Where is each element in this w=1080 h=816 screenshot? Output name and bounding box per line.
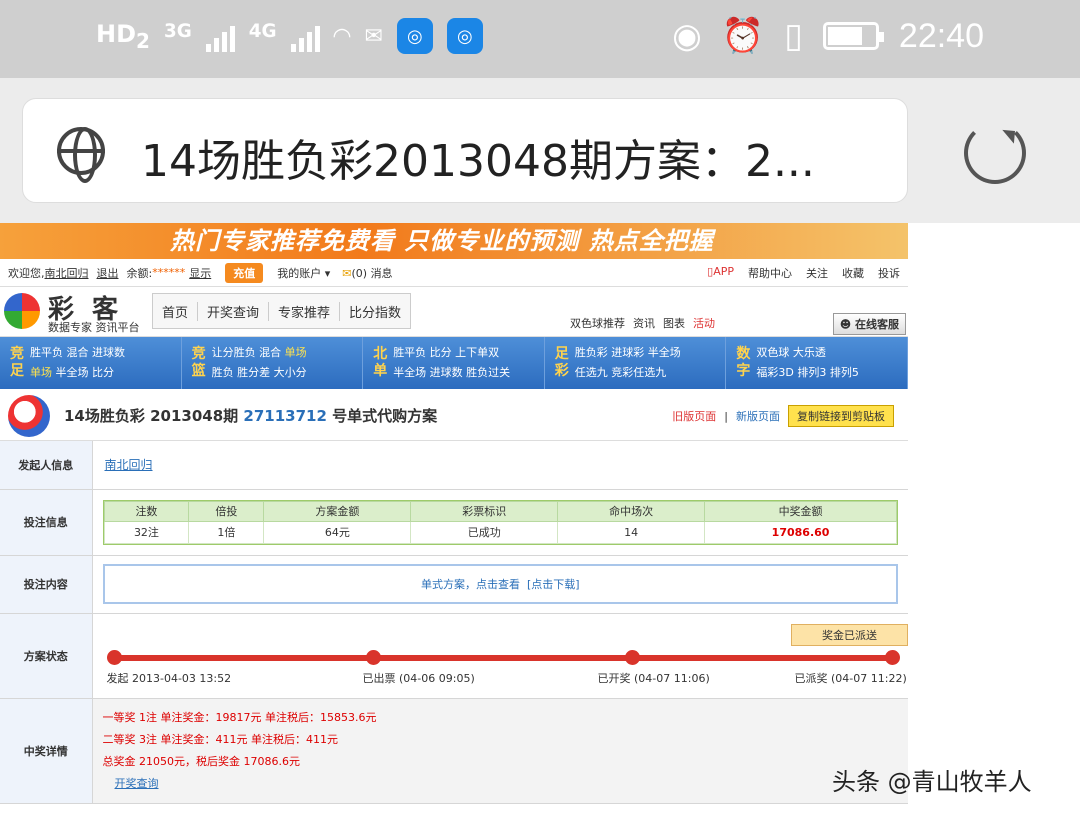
show-balance-link[interactable]: 显示 [189,265,211,281]
alarm-icon: ⏰ [721,16,765,56]
app-icon: ◎ [446,18,483,54]
net-3g-indicator: 3G [163,20,192,42]
account-menu[interactable]: 我的账户 ▾ [277,265,330,281]
copy-link-button[interactable]: 复制链接到剪贴板 [788,405,894,427]
recharge-button[interactable]: 充值 [225,262,264,283]
lottery-nav-jinglan: 竞篮 让分胜负 混合 单场 胜负 胜分差 大小分 [182,337,364,389]
lottery-nav-beidan: 北单 胜平负 比分 上下单双 半全场 进球数 胜负过关 [363,337,545,389]
lottery-nav-digit: 数字 双色球 大乐透 福彩3D 排列3 排列5 [726,337,908,389]
site-logo-icon[interactable] [4,293,40,329]
timeline-dot [624,649,640,665]
complain-link[interactable]: 投诉 [878,265,900,281]
username-link[interactable]: 南北回归 [45,265,89,281]
new-version-link[interactable]: 新版页面 [736,408,780,424]
status-timeline: 奖金已派送 发起 2013-04-03 13:52 已出票 (04-06 09:… [93,614,908,698]
bet-content-box: 单式方案，点击查看 [点击下载] [102,564,898,604]
welcome-text: 欢迎您, [8,266,45,280]
web-page: 热门专家推荐免费看 只做专业的预测 热点全把握 欢迎您, 南北回归 退出 余额:… [0,223,908,816]
win-label: 中奖详情 [0,698,93,804]
wifi-icon: ◠ [333,23,351,49]
customer-service-button[interactable]: ☻ 在线客服 [832,313,906,335]
timeline-dot [106,649,122,665]
bet-info-table: 注数 倍投 方案金额 彩票标识 命中场次 中奖金额 32注 1倍 64元 已成功 [102,499,898,545]
logout-link[interactable]: 退出 [97,265,119,281]
sponsor-label: 发起人信息 [0,441,93,490]
nav-home[interactable]: 首页 [153,301,199,321]
globe-icon [57,127,105,183]
site-logo-subtitle: 数据专家 资讯平台 [48,321,140,334]
plan-detail-table: 发起人信息 南北回归 投注信息 注数 倍投 方案金额 彩票标识 命中场次 中奖金… [0,441,908,804]
main-nav: 首页 开奖查询 专家推荐 比分指数 [152,293,412,329]
browser-toolbar: 14场胜负彩2013048期方案：2... [0,78,1080,223]
balance-label: 余额: [126,266,153,280]
balance-hidden: ****** [152,266,186,279]
lottery-nav-jingzu: 竞足 胜平负 混合 进球数 单场 半全场 比分 [0,337,182,389]
signal-icon [205,20,235,52]
timeline-dot [365,649,381,665]
timeline-dot [884,649,900,665]
top-links-bar: 欢迎您, 南北回归 退出 余额: ****** 显示 充值 我的账户 ▾ ✉(0… [0,259,908,287]
mascot-icon [8,395,50,437]
favorite-link[interactable]: 收藏 [842,265,864,281]
bet-info-label: 投注信息 [0,489,93,556]
step-drawn: 已开奖 (04-07 11:06) [597,671,710,685]
email-icon: ✉ [364,23,383,49]
subnav-charts[interactable]: 图表 [663,315,685,331]
eye-icon: ◉ [672,16,702,56]
message-link[interactable]: ✉(0) 消息 [342,265,392,281]
signal-icon [290,20,320,52]
app-link[interactable]: ▯APP [707,265,734,281]
net-4g-indicator: 4G [248,20,277,42]
site-header: 彩客 数据专家 资讯平台 首页 开奖查询 专家推荐 比分指数 双色球推荐 资讯 … [0,287,908,337]
lottery-nav-zucai: 足彩 胜负彩 进球彩 半全场 任选九 竞彩任选九 [545,337,727,389]
old-version-link[interactable]: 旧版页面 [672,408,716,424]
nav-experts[interactable]: 专家推荐 [269,301,341,321]
help-link[interactable]: 帮助中心 [748,265,792,281]
follow-link[interactable]: 关注 [806,265,828,281]
page-title-url[interactable]: 14场胜负彩2013048期方案：2... [141,125,815,189]
nav-odds[interactable]: 比分指数 [340,302,410,321]
download-link[interactable]: [点击下载] [527,576,580,592]
sponsor-link[interactable]: 南北回归 [93,458,153,472]
nav-results[interactable]: 开奖查询 [198,301,270,321]
battery-icon [822,22,884,50]
draw-query-link[interactable]: 开奖查询 [103,777,159,790]
step-created: 发起 2013-04-03 13:52 [106,671,232,685]
subnav-events[interactable]: 活动 [693,315,715,331]
status-label: 方案状态 [0,613,93,699]
lottery-nav: 竞足 胜平负 混合 进球数 单场 半全场 比分 竞篮 让分胜负 混合 单场 胜负… [0,337,908,389]
status-bar: HD2 3G 4G ◠ ✉ ◎ ◎ ◉ ⏰ ▯ 22:40 [0,0,1080,78]
app-icon: ◎ [396,18,433,54]
watermark: 头条 @青山牧羊人 [832,768,1032,796]
content-label: 投注内容 [0,555,93,614]
win-details: 一等奖 1注 单注奖金：19817元 单注税后：15853.6元 二等奖 3注 … [102,710,377,790]
subnav-ssq[interactable]: 双色球推荐 [570,315,625,331]
timeline-bar [112,654,892,661]
plan-title-bar: 14场胜负彩 2013048期 27113712 号单式代购方案 旧版页面 | 新… [0,389,908,441]
clock: 22:40 [898,16,984,55]
step-ticketed: 已出票 (04-06 09:05) [362,671,475,685]
step-paid: 已派奖 (04-07 11:22) [794,671,907,685]
reload-icon[interactable] [964,122,1026,184]
promo-banner[interactable]: 热门专家推荐免费看 只做专业的预测 热点全把握 [0,223,908,259]
hd-indicator: HD2 [96,19,150,53]
sub-nav: 双色球推荐 资讯 图表 活动 [570,315,715,331]
prize-sent-badge: 奖金已派送 [791,623,908,646]
subnav-news[interactable]: 资讯 [633,315,655,331]
vibrate-icon: ▯ [784,16,803,56]
address-bar[interactable]: 14场胜负彩2013048期方案：2... [22,98,908,203]
view-plan-link[interactable]: 单式方案，点击查看 [421,576,520,592]
plan-title: 14场胜负彩 2013048期 27113712 号单式代购方案 [64,407,438,425]
prize-amount: 17086.60 [704,520,897,544]
